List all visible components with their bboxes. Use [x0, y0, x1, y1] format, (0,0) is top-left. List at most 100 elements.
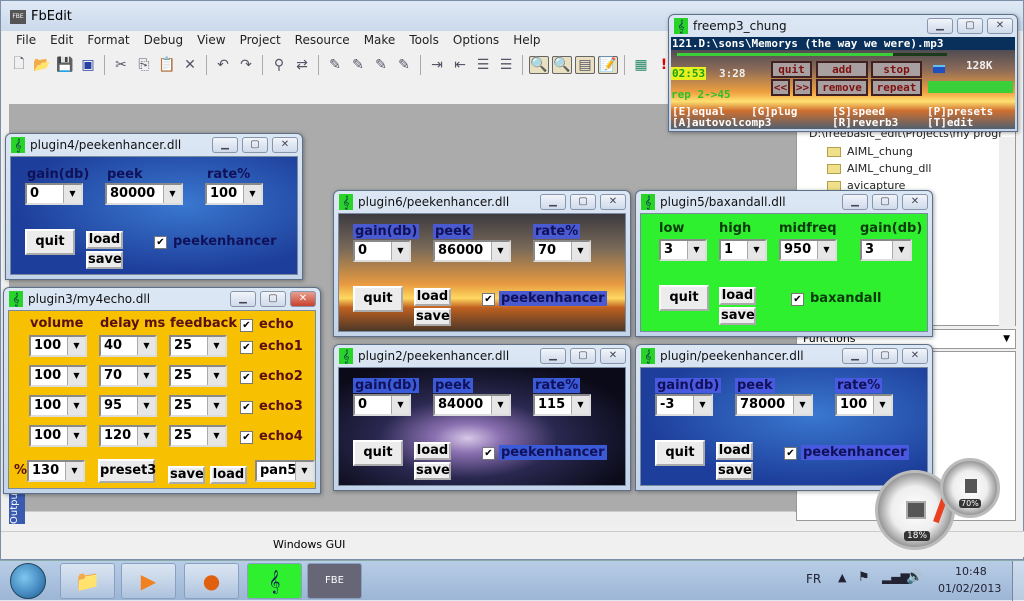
cut-icon[interactable]: ✂	[111, 57, 131, 73]
menu-format[interactable]: Format	[80, 32, 136, 49]
grid-icon[interactable]: ▦	[631, 57, 651, 73]
taskbar-freemp3[interactable]: 𝄞	[247, 563, 302, 599]
minimize-button[interactable]: ▁	[212, 137, 238, 153]
menu-project[interactable]: Project	[233, 32, 288, 49]
chevron-down-icon[interactable]: ▼	[892, 241, 910, 259]
zoom-icon[interactable]: 🔍	[552, 56, 572, 74]
minimize-button[interactable]: ▁	[540, 348, 566, 364]
feedback-combo[interactable]: 25 ▼	[169, 335, 227, 357]
rate-combo[interactable]: 70 ▼	[533, 240, 591, 262]
chevron-down-icon[interactable]: ▼	[63, 185, 81, 203]
save-button[interactable]: save	[168, 466, 205, 484]
pan-combo[interactable]: pan5 ▼	[255, 460, 315, 482]
feedback-combo[interactable]: 25 ▼	[169, 425, 227, 447]
menu-make[interactable]: Make	[357, 32, 403, 49]
maximize-button[interactable]: ▢	[957, 18, 983, 34]
bookmark-clear-icon[interactable]: ✎	[394, 57, 414, 73]
save-button[interactable]: save	[86, 251, 123, 269]
quit-button[interactable]: quit	[655, 440, 705, 466]
chevron-down-icon[interactable]: ▼	[207, 337, 225, 355]
save-button[interactable]: save	[719, 307, 756, 325]
preset-button[interactable]: preset3	[98, 459, 156, 483]
midfreq-combo[interactable]: 950 ▼	[779, 239, 837, 261]
close-button[interactable]: ✕	[600, 194, 626, 210]
save-button[interactable]: save	[716, 462, 753, 480]
chevron-down-icon[interactable]: ▼	[693, 396, 711, 414]
chevron-down-icon[interactable]: ▼	[67, 397, 85, 415]
add-button[interactable]: add	[816, 61, 868, 78]
chevron-down-icon[interactable]: ▼	[571, 396, 589, 414]
chevron-down-icon[interactable]: ▼	[67, 367, 85, 385]
next-button[interactable]: >>	[793, 79, 812, 96]
load-button[interactable]: load	[719, 287, 756, 305]
save-icon[interactable]: 💾	[55, 57, 75, 73]
delay-combo[interactable]: 95 ▼	[99, 395, 157, 417]
bookmark-toggle-icon[interactable]: ✎	[325, 57, 345, 73]
quit-button[interactable]: quit	[353, 440, 403, 466]
maximize-button[interactable]: ▢	[260, 291, 286, 307]
menu-file[interactable]: File	[9, 32, 43, 49]
minimize-button[interactable]: ▁	[230, 291, 256, 307]
chevron-down-icon[interactable]: ▼	[243, 185, 261, 203]
volume-bar[interactable]	[928, 81, 1013, 93]
peekenhancer-checkbox[interactable]: ✔	[482, 293, 495, 306]
load-button[interactable]: load	[86, 231, 123, 249]
chevron-down-icon[interactable]: ▼	[873, 396, 891, 414]
echo1-checkbox[interactable]: ✔	[240, 341, 253, 354]
taskbar-firefox[interactable]: ●	[184, 563, 239, 599]
find-icon[interactable]: ⚲	[269, 57, 289, 73]
tree-folder[interactable]: AIML_chung	[827, 145, 913, 158]
chevron-down-icon[interactable]: ▼	[491, 242, 509, 260]
replace-icon[interactable]: ⇄	[292, 57, 312, 73]
chevron-down-icon[interactable]: ▼	[295, 462, 313, 480]
chevron-down-icon[interactable]: ▼	[137, 397, 155, 415]
chevron-down-icon[interactable]: ▼	[747, 241, 765, 259]
chevron-down-icon[interactable]: ▼	[137, 427, 155, 445]
echo3-checkbox[interactable]: ✔	[240, 401, 253, 414]
quit-button[interactable]: quit	[659, 285, 709, 311]
maximize-button[interactable]: ▢	[872, 348, 898, 364]
undo-icon[interactable]: ↶	[213, 57, 233, 73]
taskbar-fbedit[interactable]: FBE	[307, 563, 362, 599]
peekenhancer-checkbox[interactable]: ✔	[154, 236, 167, 249]
volume-combo[interactable]: 100 ▼	[29, 335, 87, 357]
close-button[interactable]: ✕	[902, 348, 928, 364]
copy-icon[interactable]: ⎘	[134, 57, 154, 73]
chevron-down-icon[interactable]: ▼	[817, 241, 835, 259]
chevron-down-icon[interactable]: ▼	[687, 241, 705, 259]
chevron-down-icon[interactable]: ▼	[207, 397, 225, 415]
taskbar-media-player[interactable]: ▶	[121, 563, 176, 599]
gain-combo[interactable]: 0 ▼	[25, 183, 83, 205]
chevron-down-icon[interactable]: ▼	[65, 462, 83, 480]
outdent-icon[interactable]: ⇤	[450, 57, 470, 73]
echo2-checkbox[interactable]: ✔	[240, 371, 253, 384]
bookmark-next-icon[interactable]: ✎	[348, 57, 368, 73]
dialog-icon[interactable]: ▤	[575, 56, 595, 74]
remove-button[interactable]: remove	[816, 79, 868, 96]
volume-combo[interactable]: 100 ▼	[29, 395, 87, 417]
new-file-icon[interactable]: 🗋	[9, 53, 29, 77]
chevron-down-icon[interactable]: ▼	[571, 242, 589, 260]
bookmark-prev-icon[interactable]: ✎	[371, 57, 391, 73]
horizontal-scrollbar[interactable]	[25, 511, 795, 527]
language-indicator[interactable]: FR	[806, 572, 821, 586]
minimize-button[interactable]: ▁	[540, 194, 566, 210]
delay-combo[interactable]: 70 ▼	[99, 365, 157, 387]
load-button[interactable]: load	[414, 442, 451, 460]
delay-combo[interactable]: 40 ▼	[99, 335, 157, 357]
chevron-down-icon[interactable]: ▼	[137, 337, 155, 355]
open-folder-icon[interactable]: 📂	[32, 57, 52, 73]
redo-icon[interactable]: ↷	[236, 57, 256, 73]
echo4-checkbox[interactable]: ✔	[240, 431, 253, 444]
menu-resource[interactable]: Resource	[288, 32, 357, 49]
chevron-down-icon[interactable]: ▼	[67, 337, 85, 355]
chevron-down-icon[interactable]: ▼	[137, 367, 155, 385]
chevron-down-icon[interactable]: ▼	[67, 427, 85, 445]
save-button[interactable]: save	[414, 462, 451, 480]
load-button[interactable]: load	[210, 466, 247, 484]
clock-date[interactable]: 01/02/2013	[938, 582, 1001, 595]
delete-icon[interactable]: ✕	[180, 57, 200, 73]
delay-combo[interactable]: 120 ▼	[99, 425, 157, 447]
chevron-down-icon[interactable]: ▼	[391, 396, 409, 414]
tree-folder[interactable]: AIML_chung_dll	[827, 162, 931, 175]
